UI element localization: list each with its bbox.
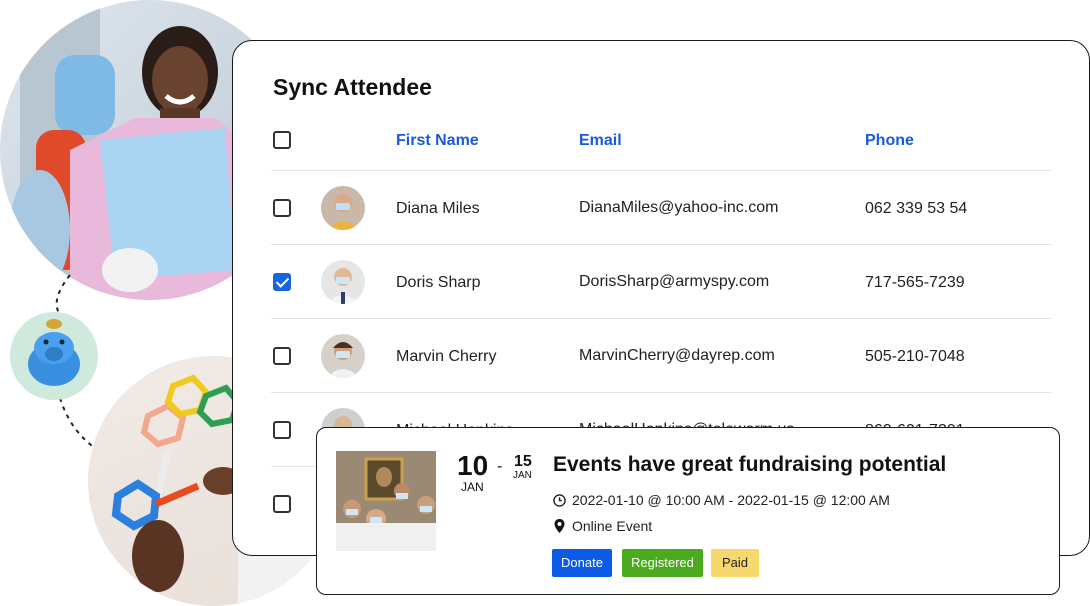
event-title[interactable]: Events have great fundraising potential — [553, 453, 946, 477]
event-start-day: 10 — [457, 450, 489, 481]
avatar — [321, 334, 365, 378]
card-title: Sync Attendee — [273, 74, 432, 100]
event-date-separator: - — [497, 458, 503, 475]
event-photo — [336, 451, 436, 551]
attendee-email: DorisSharp@armyspy.com — [579, 273, 770, 290]
table-row: Doris Sharp DorisSharp@armyspy.com 717-5… — [271, 244, 1051, 319]
attendee-email: DianaMiles@yahoo-inc.com — [579, 199, 779, 216]
table-row: Marvin Cherry MarvinCherry@dayrep.com 50… — [271, 318, 1051, 393]
attendee-first-name: Marvin Cherry — [396, 348, 497, 365]
attendee-email: MarvinCherry@dayrep.com — [579, 347, 775, 364]
column-header-email[interactable]: Email — [579, 132, 622, 150]
attendee-phone: 062 339 53 54 — [865, 200, 968, 217]
column-header-phone[interactable]: Phone — [865, 132, 914, 150]
attendee-phone: 717-565-7239 — [865, 274, 965, 291]
row-checkbox[interactable] — [273, 495, 291, 513]
paid-badge: Paid — [711, 549, 760, 577]
clock-icon — [553, 494, 566, 507]
row-checkbox[interactable] — [273, 347, 291, 365]
piggy-bank-photo — [10, 312, 98, 400]
select-all-checkbox[interactable] — [273, 131, 291, 149]
avatar — [321, 260, 365, 304]
row-checkbox[interactable] — [273, 421, 291, 439]
event-location: Online Event — [572, 518, 653, 534]
event-end-day: 15 — [514, 453, 532, 470]
table-row: Diana Miles DianaMiles@yahoo-inc.com 062… — [271, 170, 1051, 245]
map-pin-icon — [554, 519, 565, 533]
event-location-row: Online Event — [553, 518, 652, 534]
event-datetime: 2022-01-10 @ 10:00 AM - 2022-01-15 @ 12:… — [572, 492, 890, 508]
attendee-phone: 505-210-7048 — [865, 348, 965, 365]
row-checkbox[interactable] — [273, 273, 291, 291]
avatar — [321, 186, 365, 230]
column-header-first-name[interactable]: First Name — [396, 132, 479, 150]
event-start-month: JAN — [461, 480, 484, 494]
registered-badge: Registered — [622, 549, 703, 577]
event-card[interactable]: 10 JAN - 15 JAN Events have great fundra… — [316, 427, 1060, 595]
attendee-first-name: Doris Sharp — [396, 274, 481, 291]
event-end-month: JAN — [513, 470, 532, 481]
row-checkbox[interactable] — [273, 199, 291, 217]
attendee-first-name: Diana Miles — [396, 200, 480, 217]
event-datetime-row: 2022-01-10 @ 10:00 AM - 2022-01-15 @ 12:… — [553, 492, 890, 508]
donate-badge[interactable]: Donate — [552, 549, 612, 577]
